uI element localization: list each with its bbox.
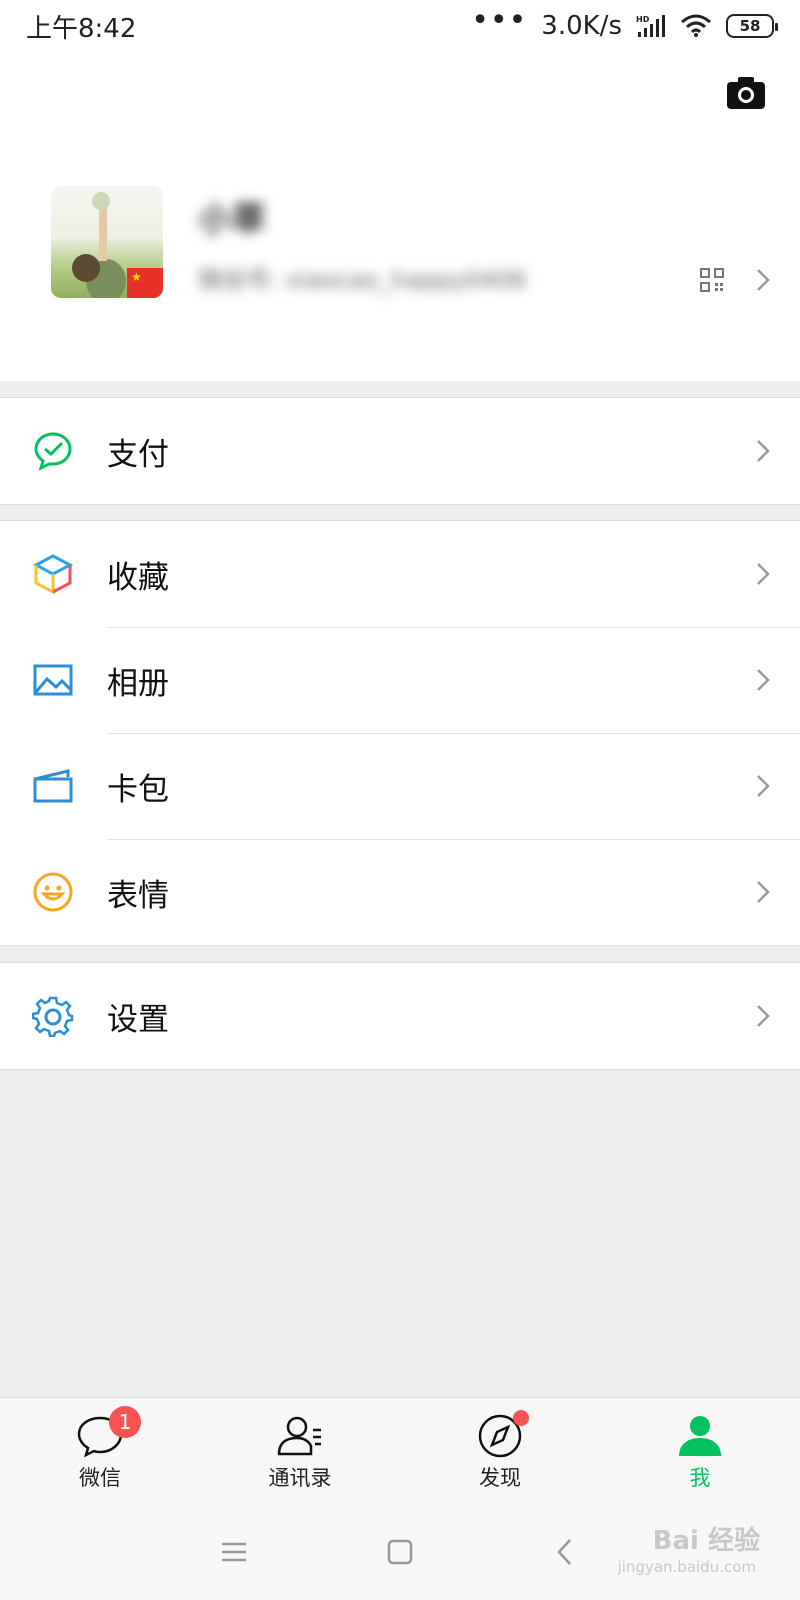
home-icon[interactable] xyxy=(382,1534,418,1570)
tab-label: 微信 xyxy=(79,1466,121,1490)
status-time: 上午8:42 xyxy=(26,13,137,44)
menu-item-label: 表情 xyxy=(107,877,169,914)
settings-gear-icon xyxy=(32,995,74,1037)
chevron-right-icon xyxy=(757,440,770,462)
chevron-right-icon xyxy=(757,269,770,291)
menu-group-settings: 设置 xyxy=(0,962,800,1070)
chat-icon: 1 xyxy=(75,1406,141,1460)
status-indicators: ••• 3.0K/s HD 58 xyxy=(471,6,778,41)
signal-icon: HD xyxy=(636,15,665,37)
more-notifications-icon: ••• xyxy=(471,3,528,38)
menu-item-label: 卡包 xyxy=(107,771,169,808)
tab-chats[interactable]: 1 微信 xyxy=(0,1398,200,1503)
profile-header[interactable]: ★ 小草 微信号: xiaocao_happy0406 xyxy=(0,52,800,381)
bottom-tab-bar: 1 微信 通讯录 发现 我 xyxy=(0,1397,800,1503)
menu-item-label: 设置 xyxy=(107,1001,169,1038)
tab-label: 通讯录 xyxy=(268,1466,332,1490)
menu-item-card-wallet[interactable]: 卡包 xyxy=(0,733,800,839)
battery-icon: 58 xyxy=(726,14,778,38)
svg-text:HD: HD xyxy=(636,15,650,24)
new-content-dot xyxy=(513,1410,529,1426)
menu-item-label: 收藏 xyxy=(107,559,169,596)
tab-label: 我 xyxy=(689,1466,711,1490)
chevron-right-icon xyxy=(757,563,770,585)
menu-group-main: 收藏 相册 卡包 表情 xyxy=(0,520,800,946)
chevron-right-icon xyxy=(757,669,770,691)
avatar[interactable]: ★ xyxy=(51,186,163,298)
qr-code-icon[interactable] xyxy=(700,268,724,292)
chevron-right-icon xyxy=(757,881,770,903)
network-speed: 3.0K/s xyxy=(541,11,622,41)
watermark-logo: Bai 经验 xyxy=(652,1526,760,1556)
chevron-right-icon xyxy=(757,775,770,797)
menu-group-pay: 支付 xyxy=(0,397,800,505)
tab-me[interactable]: 我 xyxy=(600,1398,800,1503)
compass-icon xyxy=(475,1410,529,1460)
menu-item-settings[interactable]: 设置 xyxy=(0,963,800,1069)
camera-icon[interactable] xyxy=(726,76,766,110)
menu-item-pay[interactable]: 支付 xyxy=(0,398,800,504)
menu-icon[interactable] xyxy=(216,1534,252,1570)
favorites-cube-icon xyxy=(32,553,74,595)
me-icon xyxy=(675,1412,725,1460)
wechat-id: 微信号: xiaocao_happy0406 xyxy=(198,266,527,294)
menu-item-label: 支付 xyxy=(107,436,169,473)
menu-item-stickers[interactable]: 表情 xyxy=(0,839,800,945)
wechat-pay-icon xyxy=(32,430,74,472)
nickname: 小草 xyxy=(198,200,266,240)
tab-contacts[interactable]: 通讯录 xyxy=(200,1398,400,1503)
menu-item-label: 相册 xyxy=(107,665,169,702)
menu-item-album[interactable]: 相册 xyxy=(0,627,800,733)
watermark-url: jingyan.baidu.com xyxy=(617,1558,756,1576)
album-icon xyxy=(32,659,74,701)
tab-discover[interactable]: 发现 xyxy=(400,1398,600,1503)
china-flag-icon: ★ xyxy=(127,268,163,298)
sticker-smile-icon xyxy=(32,871,74,913)
wifi-icon xyxy=(681,14,711,37)
tab-label: 发现 xyxy=(479,1466,521,1490)
menu-item-favorites[interactable]: 收藏 xyxy=(0,521,800,627)
unread-badge: 1 xyxy=(109,1406,141,1438)
card-wallet-icon xyxy=(32,765,74,807)
contacts-icon xyxy=(275,1412,325,1460)
status-bar: 上午8:42 ••• 3.0K/s HD 58 xyxy=(0,0,800,52)
chevron-right-icon xyxy=(757,1005,770,1027)
back-icon[interactable] xyxy=(548,1534,584,1570)
